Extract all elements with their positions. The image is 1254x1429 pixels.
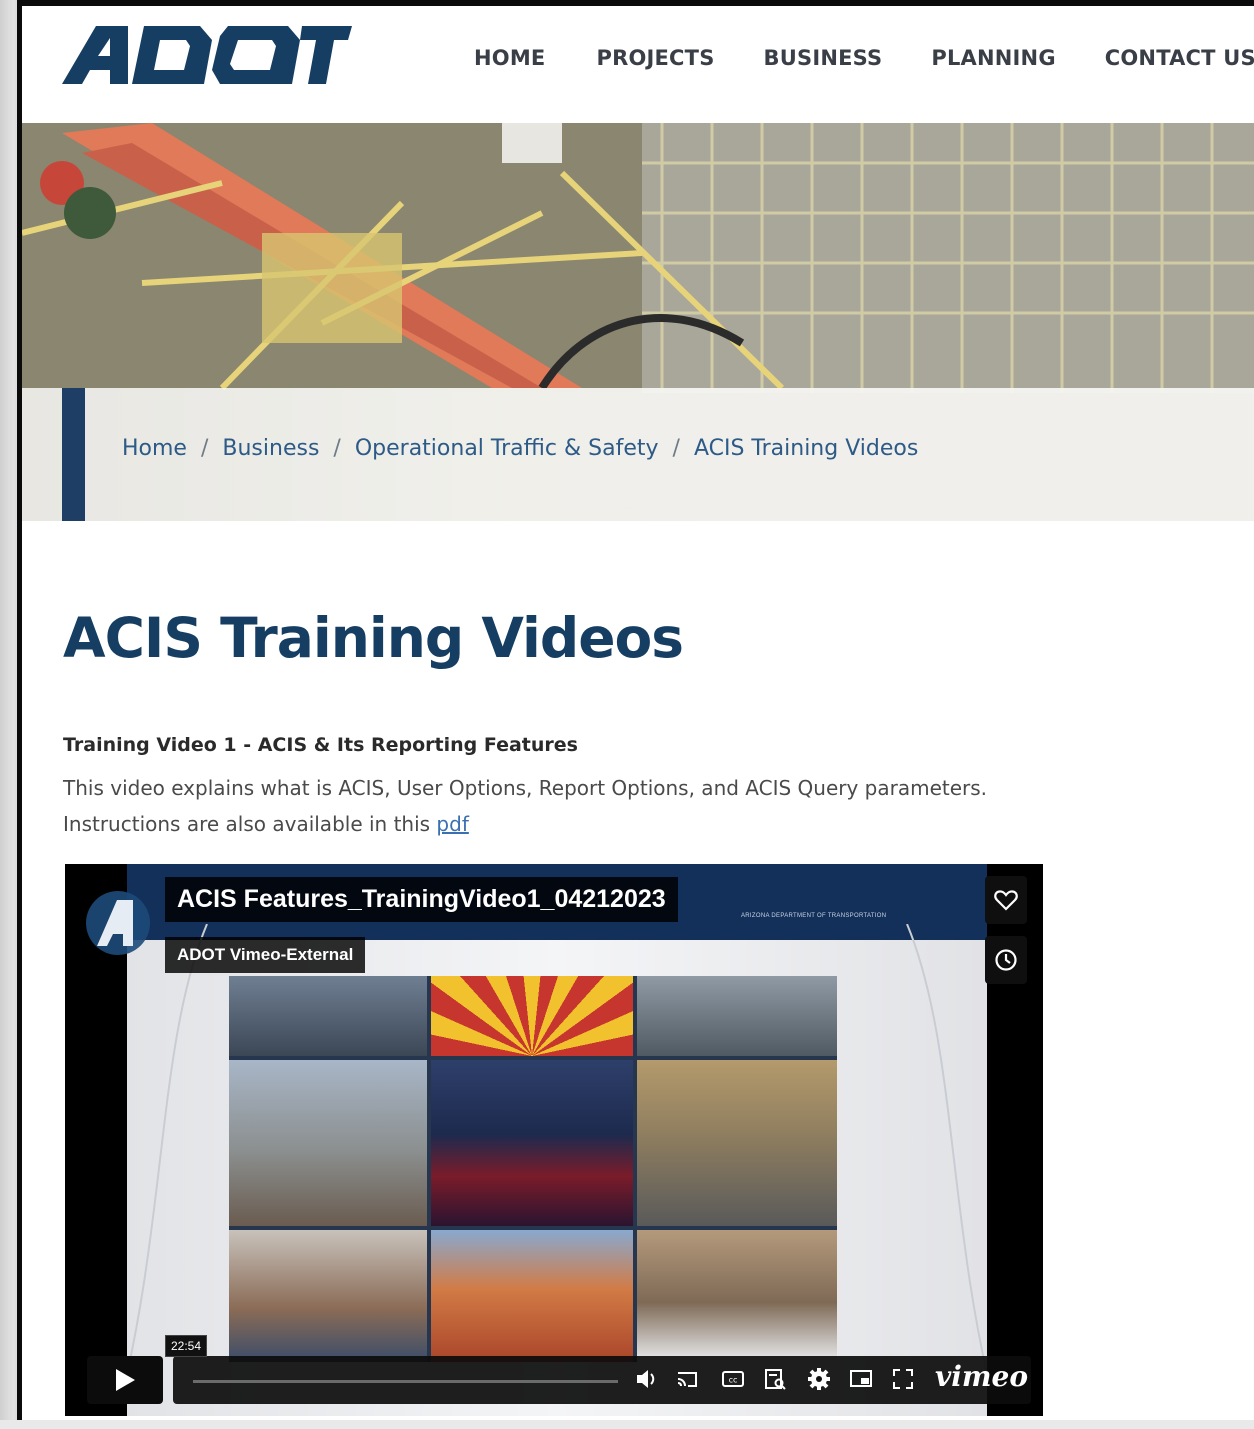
description-text: This video explains what is ACIS, User O…	[63, 776, 988, 800]
breadcrumb-separator: /	[200, 436, 209, 461]
nav-planning[interactable]: PLANNING	[931, 46, 1055, 70]
pdf-link[interactable]: pdf	[436, 812, 468, 836]
page-title: ACIS Training Videos	[63, 606, 684, 670]
hero-banner: Home / Business / Operational Traffic & …	[22, 123, 1254, 521]
breadcrumb-accent-bar	[62, 388, 85, 521]
breadcrumb: Home / Business / Operational Traffic & …	[122, 436, 918, 461]
play-button[interactable]	[87, 1356, 163, 1404]
photo-arizona-flag-top	[431, 976, 633, 1056]
breadcrumb-separator: /	[333, 436, 341, 461]
frame-bottom	[0, 1420, 1254, 1429]
breadcrumb-current: ACIS Training Videos	[693, 436, 919, 461]
breadcrumb-operational-traffic-safety[interactable]: Operational Traffic & Safety	[355, 436, 659, 461]
photo-police-stop	[229, 1060, 427, 1226]
breadcrumb-home[interactable]: Home	[122, 436, 187, 461]
breadcrumb-separator: /	[672, 436, 680, 461]
duration-badge: 22:54	[165, 1335, 208, 1357]
main-nav: HOME PROJECTS BUSINESS PLANNING CONTACT …	[474, 46, 1254, 70]
video-channel-badge[interactable]: ADOT Vimeo-External	[165, 937, 366, 973]
photo-child-car-seat	[229, 1230, 427, 1362]
transcript-icon[interactable]	[763, 1367, 787, 1391]
nav-home[interactable]: HOME	[474, 46, 545, 70]
watch-later-button[interactable]	[985, 936, 1027, 984]
progress-bar[interactable]	[193, 1380, 618, 1383]
slide-band-text: ARIZONA DEPARTMENT OF TRANSPORTATION	[741, 913, 887, 919]
video-section-title: Training Video 1 - ACIS & Its Reporting …	[63, 734, 578, 756]
settings-icon[interactable]	[807, 1367, 831, 1391]
photo-cyclists-hill	[637, 1060, 837, 1226]
video-player[interactable]: ARIZONA DEPARTMENT OF TRANSPORTATION ACI…	[65, 864, 1043, 1416]
volume-icon[interactable]	[635, 1367, 659, 1391]
photo-emergency-lights	[431, 1060, 633, 1226]
photo-traffic	[229, 976, 427, 1056]
svg-text:cc: cc	[729, 1376, 738, 1385]
like-button[interactable]	[985, 876, 1027, 924]
fullscreen-icon[interactable]	[891, 1367, 915, 1391]
clock-icon	[995, 949, 1017, 971]
slide-photo-grid	[229, 976, 837, 1362]
instructions-text: Instructions are also available in this	[63, 812, 437, 836]
photo-cyclists-road	[637, 976, 837, 1056]
adot-slide-logo	[86, 891, 150, 955]
video-title-badge[interactable]: ACIS Features_TrainingVideo1_04212023	[165, 877, 678, 922]
nav-projects[interactable]: PROJECTS	[596, 46, 714, 70]
instructions-line: Instructions are also available in this …	[63, 806, 1163, 842]
breadcrumb-business[interactable]: Business	[222, 436, 319, 461]
adot-logo[interactable]	[62, 22, 352, 92]
cast-icon[interactable]	[675, 1367, 699, 1391]
play-icon	[116, 1369, 135, 1391]
site-header: HOME PROJECTS BUSINESS PLANNING CONTACT …	[22, 6, 1254, 123]
video-description: This video explains what is ACIS, User O…	[63, 770, 1163, 842]
cc-icon[interactable]: cc	[721, 1367, 745, 1391]
pip-icon[interactable]	[849, 1367, 873, 1391]
photo-red-rocks	[431, 1230, 633, 1362]
nav-contact-us[interactable]: CONTACT US	[1105, 46, 1254, 70]
video-controls: 22:54 cc vimeo	[65, 1335, 1043, 1416]
vimeo-logo[interactable]: vimeo	[935, 1360, 1028, 1393]
nav-business[interactable]: BUSINESS	[764, 46, 883, 70]
photo-officer-patrol-car	[637, 1230, 837, 1362]
heart-icon	[994, 890, 1018, 911]
